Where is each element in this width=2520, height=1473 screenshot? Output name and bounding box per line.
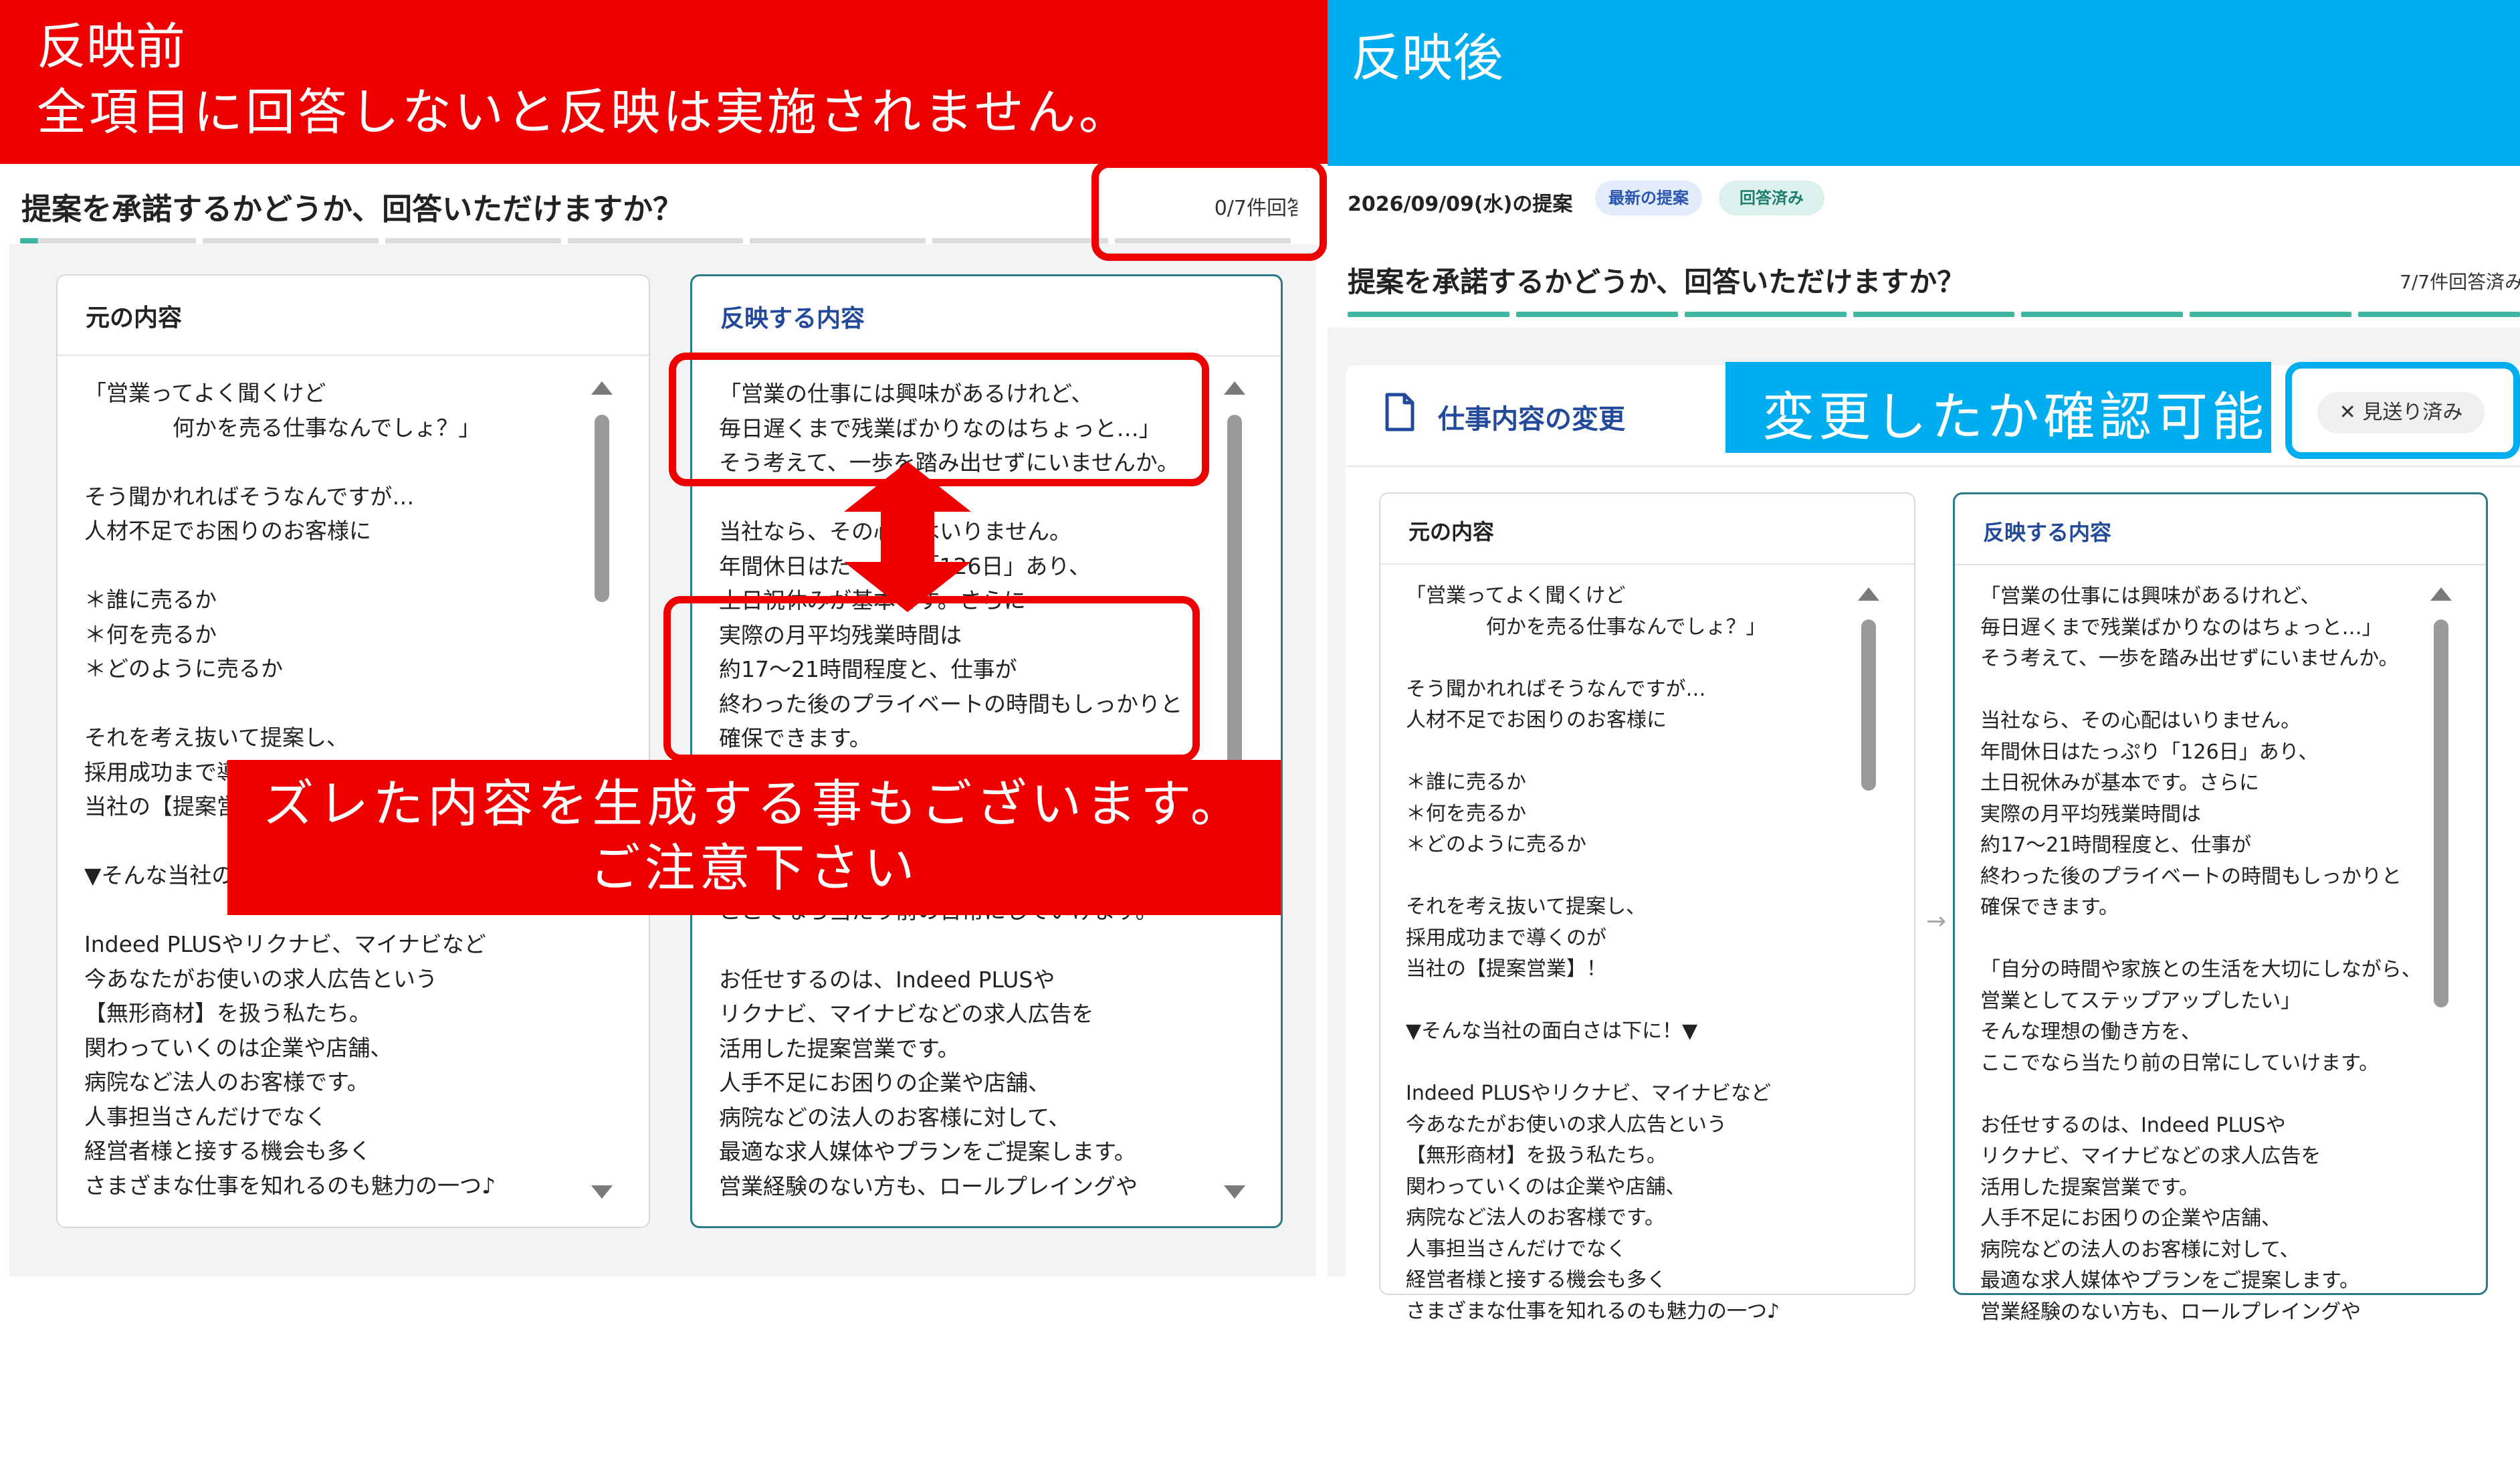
progress-segment <box>202 238 379 243</box>
warning-callout: ズレた内容を生成する事もございます。 ご注意下さい <box>227 760 1281 915</box>
progress-segment <box>932 238 1109 243</box>
scrollbar-thumb[interactable] <box>2434 619 2448 1007</box>
after-question-title: 提案を承諾するかどうか、回答いただけますか？ <box>1348 266 1966 298</box>
scroll-up-icon[interactable] <box>1858 587 1879 601</box>
after-original-heading: 元の内容 <box>1408 519 1495 545</box>
progress-segment <box>750 238 926 243</box>
after-banner-title: 反映後 <box>1351 28 1503 88</box>
progress-segment <box>1853 312 2015 317</box>
double-arrow-icon <box>844 462 971 612</box>
before-reflected-heading: 反映する内容 <box>720 305 865 332</box>
answer-count-highlight <box>1091 161 1327 261</box>
progress-segment <box>1348 312 1509 317</box>
after-reflected-heading: 反映する内容 <box>1983 520 2112 545</box>
dismissed-button[interactable]: ✕ 見送り済み <box>2317 392 2485 433</box>
after-reflected-panel: 反映する内容 「営業の仕事には興味があるけれど、 毎日遅くまで残業ばかりなのはち… <box>1953 492 2488 1324</box>
after-answer-count: 7/7件回答済み <box>2400 271 2520 293</box>
scroll-down-icon[interactable] <box>1224 1185 1245 1199</box>
after-original-panel: 元の内容 「営業ってよく聞くけど 何かを売る仕事なんでしょ？」 そう聞かれればそ… <box>1379 492 1915 1323</box>
warning-callout-line2: ご注意下さい <box>589 838 919 898</box>
document-icon <box>1385 393 1414 431</box>
progress-segment <box>567 238 744 243</box>
before-original-panel: 元の内容 「営業ってよく聞くけど 何かを売る仕事なんでしょ？」 そう聞かれればそ… <box>56 274 650 1228</box>
scroll-down-icon[interactable] <box>591 1185 613 1199</box>
before-original-heading: 元の内容 <box>86 304 183 332</box>
scroll-up-icon[interactable] <box>1224 381 1245 395</box>
mismatch-highlight-bottom <box>663 596 1200 762</box>
change-card-title: 仕事内容の変更 <box>1438 404 1625 435</box>
after-original-text: 「営業ってよく聞くけど 何かを売る仕事なんでしょ？」 そう聞かれればそうなんです… <box>1406 584 1780 1323</box>
proposal-date: 2026/09/09(水)の提案 <box>1348 193 1573 216</box>
after-banner: 反映後 <box>1328 0 2520 166</box>
progress-segment <box>1515 312 1678 317</box>
before-banner-note: 全項目に回答しないと反映は実施されません。 <box>37 84 1131 141</box>
scrollbar-thumb[interactable] <box>1861 619 1876 791</box>
after-reflected-text: 「営業の仕事には興味があるけれど、 毎日遅くまで残業ばかりなのはちょっと…」 そ… <box>1980 585 2422 1324</box>
progress-segment <box>2190 312 2352 317</box>
progress-segment <box>2358 312 2520 317</box>
scroll-up-icon[interactable] <box>591 381 613 395</box>
after-reflected-scrollbar[interactable] <box>2430 587 2452 1276</box>
progress-segment <box>2021 312 2184 317</box>
scroll-up-icon[interactable] <box>2430 587 2452 601</box>
scrollbar-thumb[interactable] <box>595 415 609 602</box>
latest-proposal-badge: 最新の提案 <box>1595 181 1702 215</box>
warning-callout-line1: ズレた内容を生成する事もございます。 <box>263 774 1245 833</box>
arrow-right-icon: → <box>1926 908 1947 935</box>
before-question-title: 提案を承諾するかどうか、回答いただけますか？ <box>21 191 684 227</box>
before-banner-title: 反映前 <box>37 18 185 76</box>
scrollbar-thumb[interactable] <box>1227 415 1242 789</box>
progress-segment <box>385 238 561 243</box>
answered-badge: 回答済み <box>1719 181 1824 215</box>
confirm-label: 変更したか確認可能 <box>1725 362 2271 453</box>
progress-segment <box>1684 312 1847 317</box>
after-original-scrollbar[interactable] <box>1858 587 1879 1276</box>
before-banner: 反映前 全項目に回答しないと反映は実施されません。 <box>0 0 1328 164</box>
progress-segment <box>20 238 196 243</box>
